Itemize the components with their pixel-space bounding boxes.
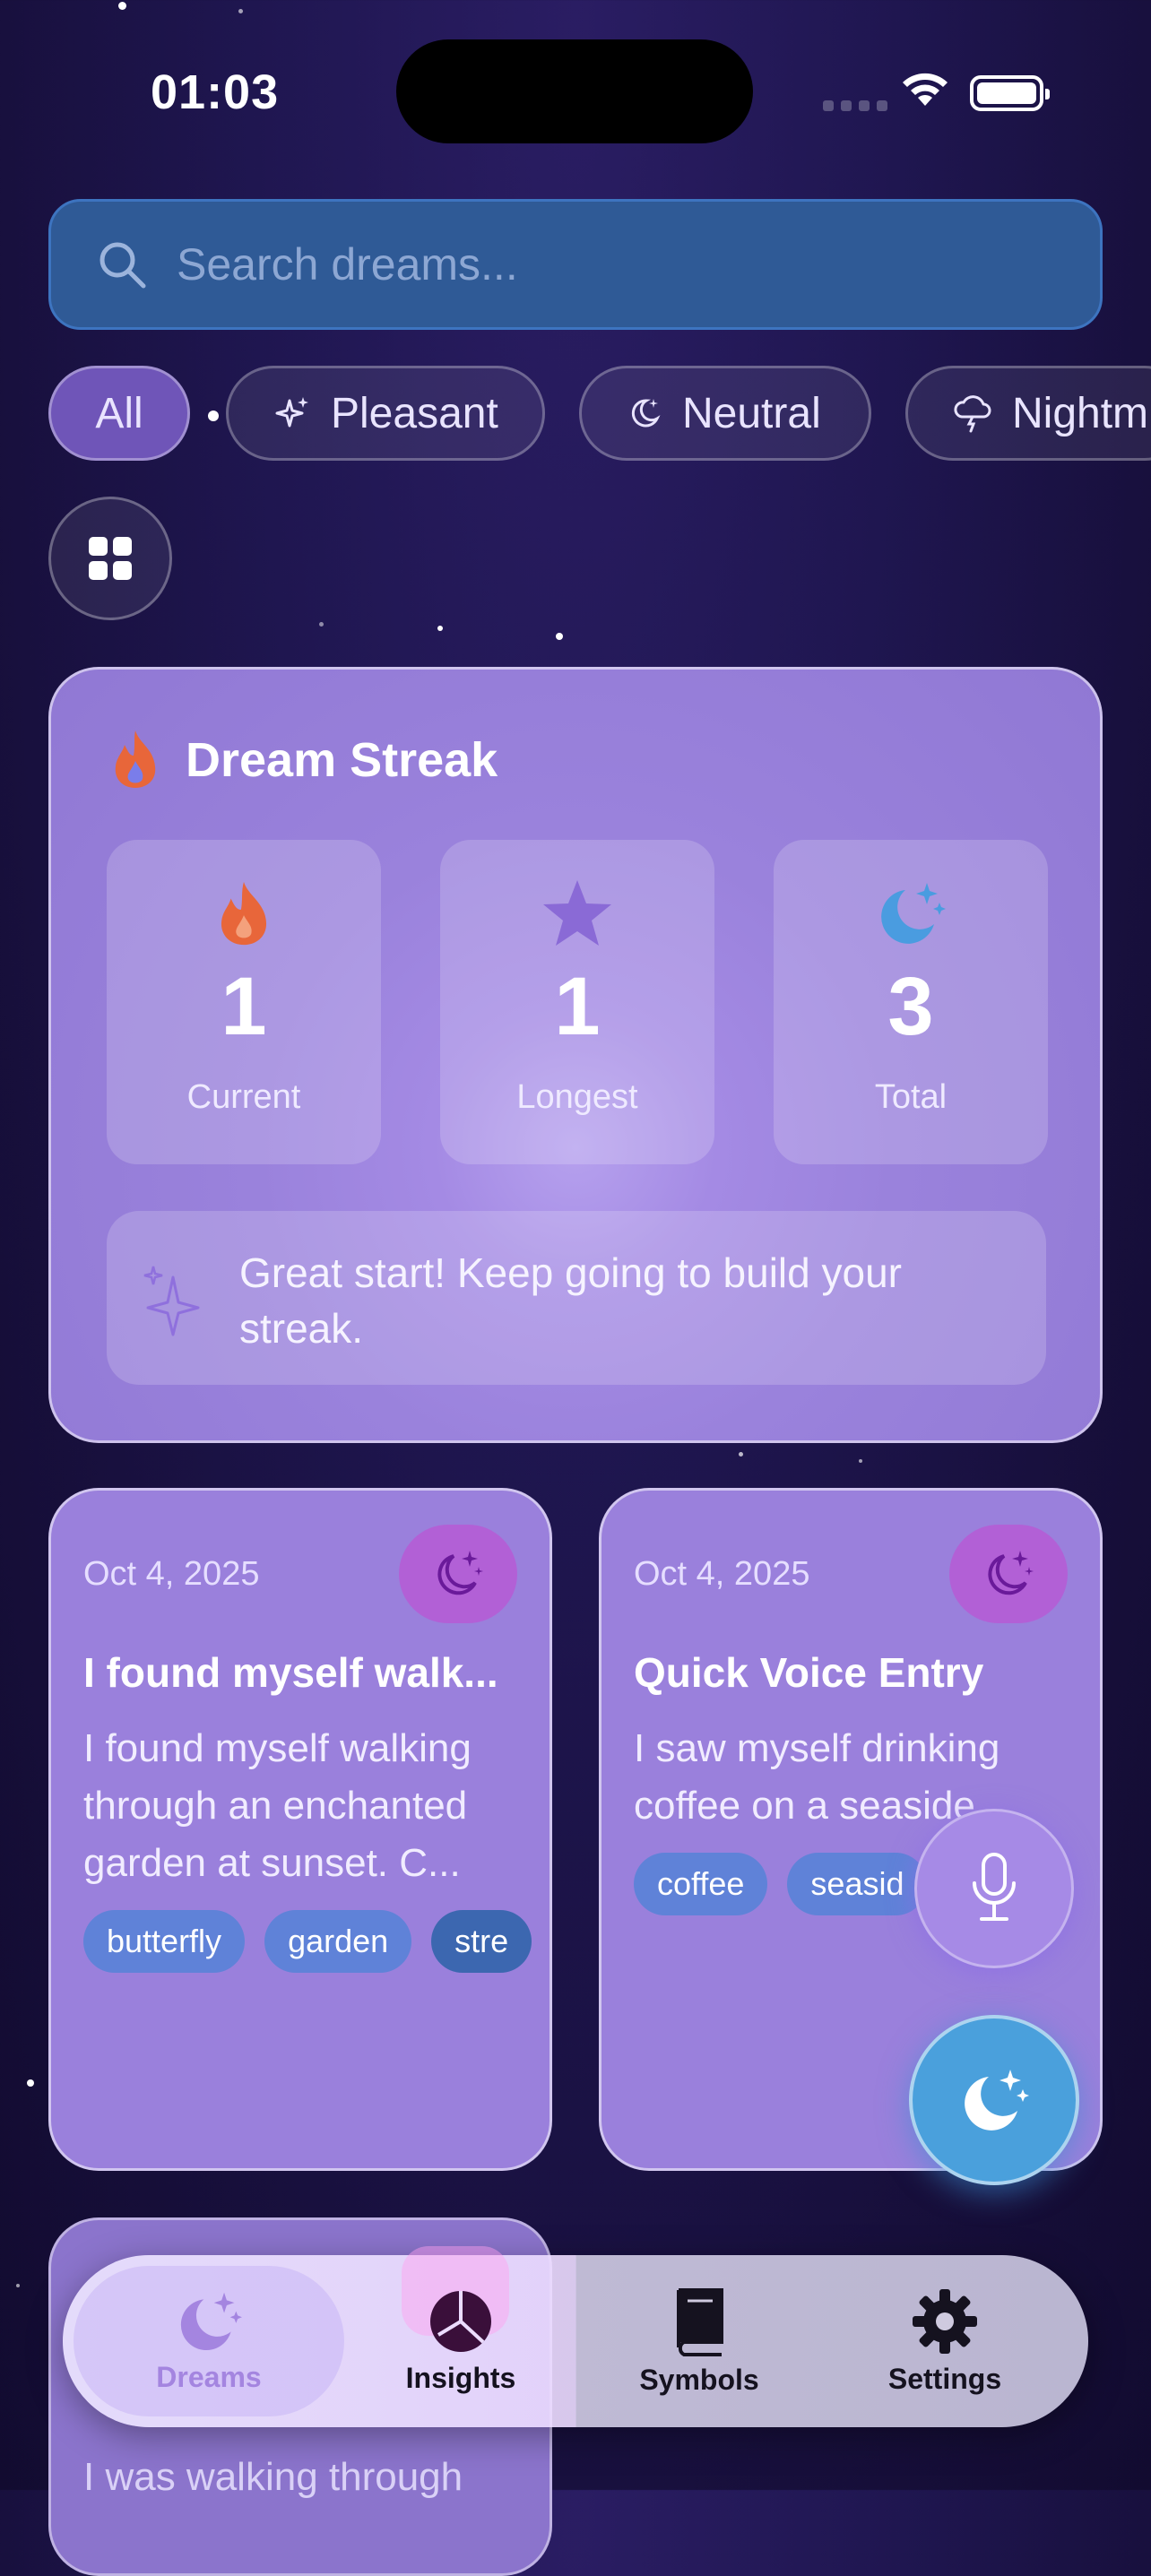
gear-icon	[913, 2288, 977, 2354]
background-star	[319, 622, 324, 627]
tag-chip[interactable]: stre	[431, 1910, 532, 1973]
search-bar[interactable]	[48, 199, 1103, 330]
moon-stars-icon	[965, 2070, 1029, 2131]
stat-value: 1	[554, 961, 601, 1052]
search-input[interactable]	[175, 238, 985, 291]
status-time: 01:03	[151, 65, 280, 119]
mood-badge	[949, 1525, 1068, 1623]
tag-chip[interactable]: butterfly	[83, 1910, 246, 1973]
star-icon	[543, 880, 611, 946]
tab-symbols[interactable]: Symbols	[592, 2255, 807, 2427]
voice-record-button[interactable]	[914, 1809, 1074, 1968]
pie-chart-icon	[430, 2290, 491, 2352]
background-star	[27, 2079, 34, 2087]
tab-label: Insights	[405, 2361, 516, 2394]
background-star	[16, 2284, 20, 2287]
filter-chip-label: Pleasant	[331, 389, 498, 437]
search-icon	[100, 242, 146, 289]
new-dream-button[interactable]	[909, 2015, 1079, 2185]
tab-insights[interactable]: Insights	[353, 2255, 568, 2427]
sparkles-icon	[275, 397, 308, 428]
tab-dreams[interactable]: Dreams	[74, 2255, 344, 2427]
microphone-icon	[973, 1853, 1016, 1921]
filter-chip-nightmare[interactable]: Nightm	[905, 366, 1151, 461]
streak-message-text: Great start! Keep going to build your st…	[239, 1249, 902, 1352]
tag-chip[interactable]: garden	[264, 1910, 412, 1973]
streak-message: Great start! Keep going to build your st…	[107, 1211, 1046, 1385]
sparkles-icon	[143, 1266, 200, 1336]
dream-date: Oct 4, 2025	[83, 1555, 260, 1593]
filter-separator-dot	[208, 411, 219, 421]
filter-chip-all[interactable]: All	[48, 366, 190, 461]
stat-label: Longest	[516, 1078, 638, 1116]
filter-chip-neutral[interactable]: Neutral	[579, 366, 871, 461]
stat-label: Current	[186, 1078, 301, 1116]
dynamic-island	[396, 39, 753, 143]
mood-badge	[399, 1525, 517, 1623]
wifi-icon	[903, 73, 948, 106]
stat-value: 1	[221, 961, 267, 1052]
status-bar: 01:03	[0, 0, 1151, 179]
stat-current: 1 Current	[107, 840, 381, 1164]
moon-icon	[631, 399, 661, 428]
background-star	[437, 626, 443, 631]
tab-label: Symbols	[639, 2363, 759, 2396]
tab-label: Dreams	[156, 2360, 262, 2393]
dream-tags: butterfly garden stre	[83, 1910, 532, 1973]
dream-date: Oct 4, 2025	[634, 1555, 810, 1593]
dream-title: Quick Voice Entry	[634, 1649, 984, 1696]
tag-chip[interactable]: seasid	[787, 1853, 928, 1915]
battery-icon	[970, 75, 1050, 111]
streak-title: Dream Streak	[186, 733, 498, 787]
filter-chip-label: Neutral	[682, 389, 821, 437]
grid-icon	[89, 537, 132, 580]
filter-chip-pleasant[interactable]: Pleasant	[226, 366, 545, 461]
book-icon	[677, 2287, 723, 2356]
background-star	[859, 1459, 862, 1463]
dream-excerpt: I was walking through	[83, 2455, 463, 2499]
cloud-bolt-icon	[954, 395, 991, 433]
flame-icon	[115, 730, 156, 788]
view-toggle-button[interactable]	[48, 497, 172, 620]
stat-label: Total	[874, 1078, 948, 1116]
tab-settings[interactable]: Settings	[837, 2255, 1052, 2427]
background-star	[556, 633, 563, 640]
moon-stars-icon	[437, 1551, 483, 1595]
dream-streak-card: Dream Streak 1 Current 1 Longest 3 Total…	[48, 667, 1103, 1443]
moon-stars-icon	[881, 883, 946, 944]
background-star	[739, 1452, 743, 1457]
tab-bar: Dreams Insights Symbols Settings	[63, 2246, 1088, 2427]
filter-chip-label: All	[95, 389, 143, 437]
filter-chip-label: Nightm	[1012, 389, 1149, 437]
dream-excerpt: I found myself walking through an enchan…	[83, 1726, 472, 1885]
moon-stars-icon	[180, 2292, 242, 2350]
stat-longest: 1 Longest	[440, 840, 714, 1164]
stat-value: 3	[887, 961, 934, 1052]
tab-label: Settings	[887, 2362, 1002, 2395]
flame-icon	[221, 881, 267, 946]
stat-total: 3 Total	[774, 840, 1048, 1164]
moon-stars-icon	[988, 1551, 1034, 1595]
dream-tags: coffee seasid	[634, 1853, 928, 1915]
cellular-signal-icon	[823, 100, 887, 111]
dream-title: I found myself walk...	[83, 1649, 498, 1696]
tag-chip[interactable]: coffee	[634, 1853, 768, 1915]
dream-card[interactable]: Oct 4, 2025 I found myself walk... I fou…	[48, 1488, 552, 2171]
